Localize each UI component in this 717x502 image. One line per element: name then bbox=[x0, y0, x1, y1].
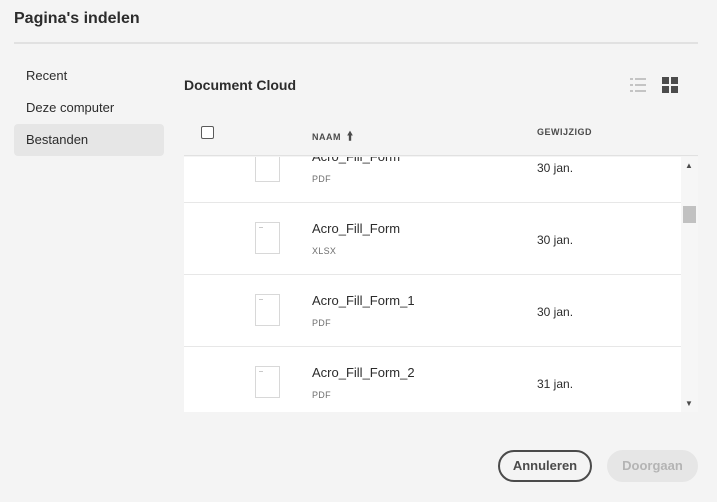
file-thumbnail bbox=[255, 157, 280, 182]
file-name: Acro_Fill_Form_2 bbox=[312, 365, 415, 380]
file-name: Acro_Fill_Form_1 bbox=[312, 293, 415, 308]
cancel-button[interactable]: Annuleren bbox=[498, 450, 592, 482]
file-thumbnail bbox=[255, 222, 280, 254]
file-thumbnail bbox=[255, 294, 280, 326]
dialog-title: Pagina's indelen bbox=[14, 10, 140, 27]
file-thumbnail bbox=[255, 366, 280, 398]
scroll-up-icon[interactable]: ▲ bbox=[685, 161, 693, 170]
file-modified-date: 31 jan. bbox=[537, 377, 574, 391]
file-modified-date: 30 jan. bbox=[537, 233, 574, 247]
file-row[interactable]: Acro_Fill_Form_1 PDF 30 jan. bbox=[184, 275, 681, 347]
column-name-label: NAAM bbox=[312, 131, 341, 142]
scroll-down-icon[interactable]: ▼ bbox=[685, 399, 693, 408]
column-header-modified[interactable]: GEWIJZIGD bbox=[537, 127, 592, 137]
arrow-up-icon: 🠙 bbox=[347, 129, 354, 143]
scroll-thumb[interactable] bbox=[683, 206, 696, 223]
sidebar: Recent Deze computer Bestanden bbox=[14, 60, 164, 156]
select-all-checkbox[interactable] bbox=[201, 126, 214, 139]
sidebar-item-recent[interactable]: Recent bbox=[14, 60, 164, 92]
file-type: PDF bbox=[312, 390, 331, 400]
grid-view-icon[interactable] bbox=[660, 75, 680, 95]
list-view-icon[interactable] bbox=[628, 75, 648, 95]
table-header: NAAM 🠙 GEWIJZIGD bbox=[184, 118, 698, 156]
file-type: XLSX bbox=[312, 246, 337, 256]
file-row[interactable]: Acro_Fill_Form XLSX 30 jan. bbox=[184, 203, 681, 275]
file-name: Acro_Fill_Form bbox=[312, 221, 401, 236]
file-name: Acro_Fill_Form bbox=[312, 157, 400, 164]
file-modified-date: 30 jan. bbox=[537, 161, 574, 175]
file-type: PDF bbox=[312, 174, 331, 184]
file-row[interactable]: Acro_Fill_Form PDF 30 jan. bbox=[184, 157, 681, 203]
file-list: Acro_Fill_Form PDF 30 jan. Acro_Fill_Form XL… bbox=[184, 157, 698, 412]
file-row[interactable]: Acro_Fill_Form_2 PDF 31 jan. bbox=[184, 347, 681, 412]
sidebar-item-files[interactable]: Bestanden bbox=[14, 124, 164, 156]
file-modified-date: 30 jan. bbox=[537, 305, 574, 319]
file-type: PDF bbox=[312, 318, 331, 328]
title-divider bbox=[14, 42, 698, 44]
content-title: Document Cloud bbox=[184, 77, 296, 93]
column-header-name[interactable]: NAAM 🠙 bbox=[312, 127, 354, 148]
sidebar-item-this-computer[interactable]: Deze computer bbox=[14, 92, 164, 124]
scrollbar[interactable]: ▲ ▼ bbox=[681, 157, 698, 412]
continue-button[interactable]: Doorgaan bbox=[607, 450, 698, 482]
